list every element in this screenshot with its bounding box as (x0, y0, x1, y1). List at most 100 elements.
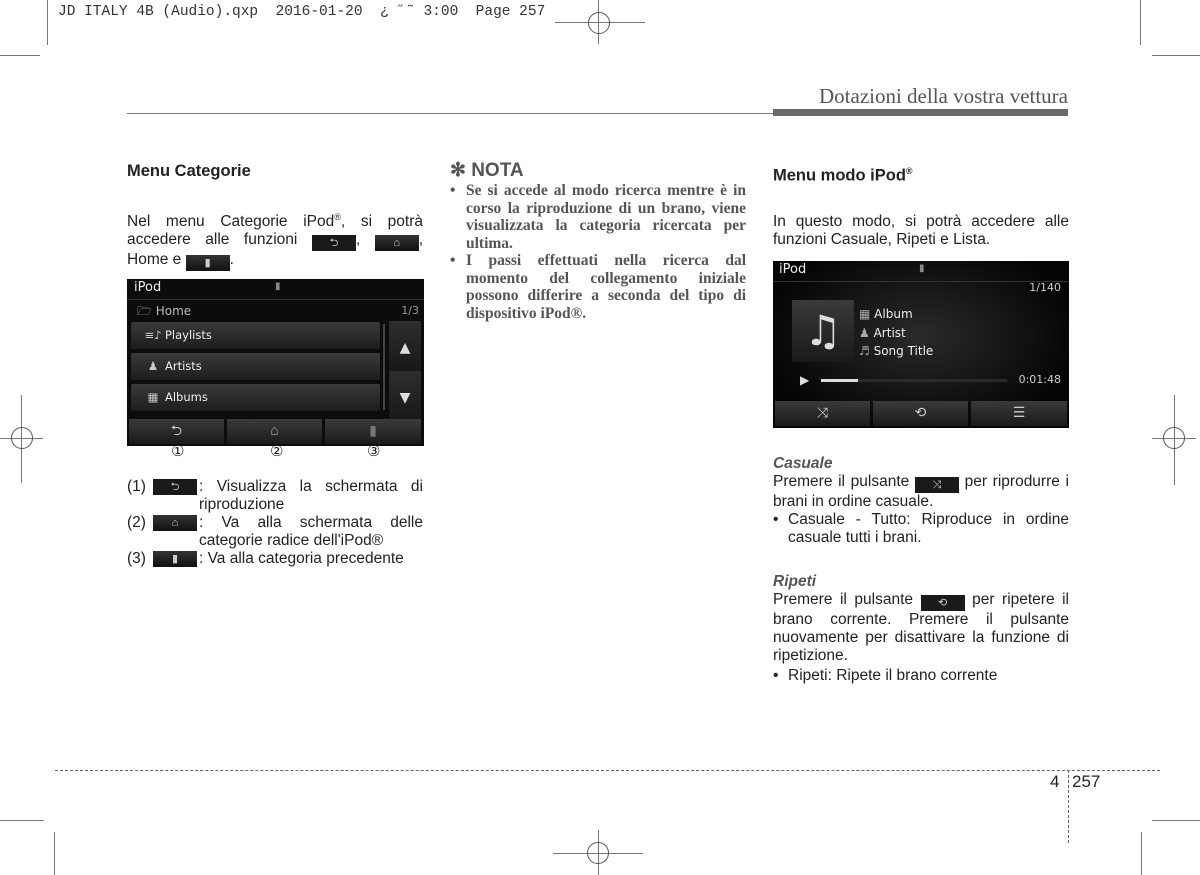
scroll-up-button[interactable]: ▲ (389, 321, 421, 376)
header-bar (773, 109, 1068, 116)
folder-icon: 🗁 (137, 304, 152, 318)
back-icon: ⮌ (170, 423, 183, 439)
running-head: Dotazioni della vostra vettura (819, 84, 1068, 108)
artist-icon: ♟ (147, 359, 159, 373)
folder-up-button[interactable]: ▮ (325, 419, 421, 444)
footer-rule (55, 770, 1160, 771)
crop-mark (1140, 0, 1141, 45)
list-item-artists[interactable]: ♟ Artists (131, 353, 380, 380)
shuffle-icon: ⤨ (816, 405, 829, 421)
crop-mark (1152, 55, 1200, 56)
legend-item-3: (3) ▮ : Va alla categoria precedente (127, 550, 404, 567)
callout-2: ② (270, 443, 284, 460)
album-art: ♫ (792, 300, 854, 362)
casuale-section: Casuale Premere il pulsante ⤨ per riprod… (773, 455, 1069, 547)
arrow-down-icon: ▼ (399, 390, 411, 406)
crop-mark (47, 0, 48, 45)
track-info: ▦ Album ♟ Artist ♬ Song Title (859, 305, 933, 361)
song-icon: ♬ (859, 344, 870, 358)
casuale-bullet: Casuale - Tutto: Riproduce in ordine cas… (773, 511, 1069, 547)
playlist-icon: ≡♪ (144, 328, 162, 342)
legend-item-2: (2) ⌂ : Va alla schermata delle categori… (127, 514, 423, 549)
section-title-menu-modo-ipod: Menu modo iPod® (773, 166, 913, 185)
folder-up-button-image: ▮ (153, 551, 197, 567)
left-column: Menu Categorie Nel menu Categorie iPod®,… (127, 162, 423, 272)
arrow-up-icon: ▲ (399, 340, 411, 356)
elapsed-time: 0:01:48 (1018, 373, 1061, 386)
ripeti-text: Premere il pulsante ⟲ per ripetere il br… (773, 591, 1070, 664)
ripeti-list: Ripeti: Ripete il brano corrente (773, 667, 1069, 685)
album-icon: ▦ (859, 307, 871, 321)
ripeti-bullet: Ripeti: Ripete il brano corrente (773, 667, 1069, 685)
list-icon: ☰ (1012, 405, 1026, 421)
home-button[interactable]: ⌂ (227, 419, 322, 444)
song-row: ♬ Song Title (859, 344, 934, 358)
nota-list: Se si accede al modo ricerca mentre è in… (450, 182, 746, 322)
ripeti-section: Ripeti Premere il pulsante ⟲ per ripeter… (773, 573, 1069, 685)
music-note-icon: ♫ (804, 306, 842, 355)
registration-mark-top (555, 0, 645, 44)
ipod-category-screen: iPod ▮ 🗁 Home 1/3 ≡♪ Playlists ♟ Artists ▦… (127, 279, 424, 446)
list-item-playlists[interactable]: ≡♪ Playlists (131, 322, 380, 349)
legend-item-1: (1) ⮌ : Visualizza la schermata di ripro… (127, 478, 423, 513)
back-button[interactable]: ⮌ (129, 419, 224, 444)
home-button-image: ⌂ (374, 235, 419, 252)
crop-mark (0, 55, 40, 56)
progress-bar[interactable] (821, 379, 1007, 382)
nota-bullet: Se si accede al modo ricerca mentre è in… (450, 182, 746, 252)
album-row: ▦ Album (859, 307, 913, 321)
nota-title: ✻ NOTA (450, 160, 524, 181)
button-legend: (1) ⮌ : Visualizza la schermata di ripro… (127, 478, 423, 568)
ripeti-heading: Ripeti (773, 573, 817, 590)
home-icon: ⌂ (270, 423, 279, 439)
shuffle-button[interactable]: ⤨ (775, 401, 870, 426)
page-indicator: 1/3 (401, 304, 419, 317)
callout-1: ① (171, 443, 185, 460)
right-intro: In questo modo, si potrà accedere alle f… (773, 212, 1069, 248)
casuale-list: Casuale - Tutto: Riproduce in ordine cas… (773, 511, 1069, 547)
repeat-button[interactable]: ⟲ (873, 401, 968, 426)
registration-mark-bottom (553, 830, 643, 875)
nota-box: ✻ NOTA Se si accede al modo ricerca ment… (450, 160, 746, 322)
track-counter: 1/140 (1029, 281, 1061, 294)
crop-mark (1152, 820, 1200, 821)
folder-up-button-image: ▮ (185, 255, 230, 272)
artist-row: ♟ Artist (859, 325, 906, 340)
home-button-image: ⌂ (153, 515, 197, 531)
page-number: 257 (1072, 772, 1101, 791)
folder-breadcrumb[interactable]: 🗁 Home (137, 302, 191, 323)
section-title-menu-categorie: Menu Categorie (127, 162, 251, 180)
print-slug: JD ITALY 4B (Audio).qxp 2016-01-20 ¿ ˝˜ … (58, 4, 546, 20)
crop-mark (54, 832, 55, 875)
right-column: Menu modo iPod® In questo modo, si potrà… (773, 162, 1069, 249)
screen-title: iPod (779, 262, 807, 277)
album-icon: ▦ (147, 390, 159, 404)
screen-title: iPod (134, 280, 162, 295)
callout-3: ③ (367, 443, 381, 460)
list-item-albums[interactable]: ▦ Albums (131, 384, 380, 411)
repeat-icon: ⟲ (914, 405, 927, 421)
usb-icon: ▮ (275, 281, 281, 292)
casuale-heading: Casuale (773, 455, 833, 472)
ipod-playback-screen: iPod ▮ 1/140 ♫ ▦ Album ♟ Artist ♬ Song T… (773, 261, 1069, 428)
crop-mark (1141, 832, 1142, 875)
footer-divider (1068, 770, 1069, 843)
usb-icon: ▮ (919, 263, 925, 274)
registration-mark-left (0, 395, 45, 485)
scrollbar[interactable] (383, 324, 385, 410)
folder-up-icon: ▮ (369, 423, 377, 439)
chapter-number: 4 (1050, 772, 1060, 791)
play-icon[interactable]: ▶ (800, 373, 809, 387)
list-button[interactable]: ☰ (971, 401, 1067, 426)
scroll-down-button[interactable]: ▼ (389, 371, 421, 426)
header-rule (127, 113, 777, 114)
repeat-button-image: ⟲ (920, 595, 965, 611)
progress-fill (821, 379, 859, 382)
casuale-text: Premere il pulsante ⤨ per riprodurre i b… (773, 473, 1069, 510)
shuffle-button-image: ⤨ (914, 477, 959, 493)
registration-mark-right (1152, 395, 1200, 485)
back-button-image: ⮌ (311, 235, 356, 252)
artist-icon: ♟ (859, 325, 870, 340)
nota-bullet: I passi effettuati nella ricerca dal mom… (450, 252, 746, 322)
back-button-image: ⮌ (153, 479, 197, 495)
